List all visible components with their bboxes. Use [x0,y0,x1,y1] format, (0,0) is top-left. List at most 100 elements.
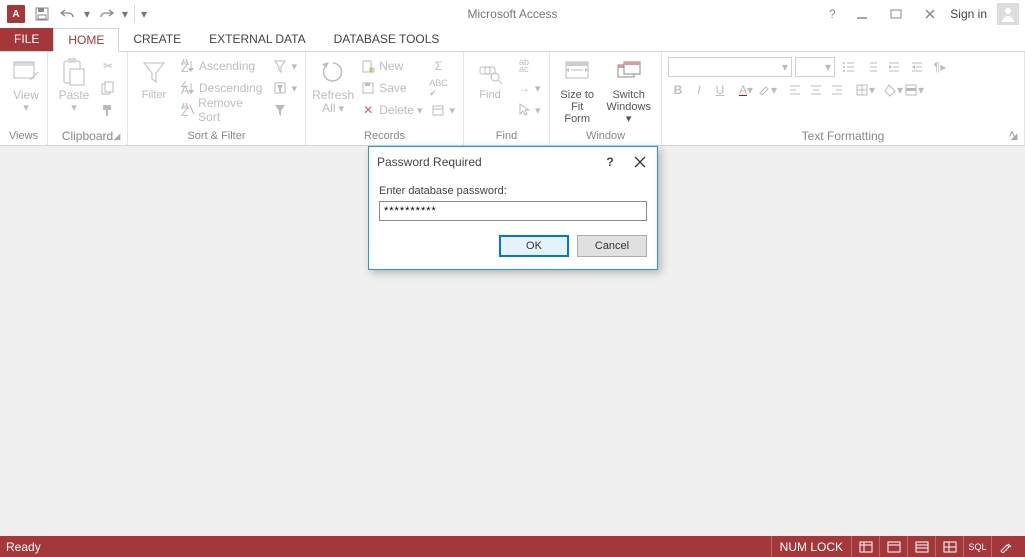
align-right-button[interactable] [827,80,847,100]
dialog-title: Password Required [377,155,482,169]
refresh-icon [317,56,349,88]
align-right-icon [830,83,844,97]
delete-record-button[interactable]: ✕Delete ▾ [358,100,424,120]
decrease-indent-button[interactable] [907,57,927,77]
save-icon[interactable] [30,2,54,26]
underline-button[interactable]: U [710,80,730,100]
save-record-button[interactable]: Save [358,78,424,98]
dialog-titlebar[interactable]: Password Required ? [369,147,657,177]
group-label-records: Records [312,128,457,144]
qat-customize-icon[interactable]: ▾ [139,2,149,26]
signin-link[interactable]: Sign in [950,7,987,21]
group-label-text-formatting: Text Formatting [802,129,885,143]
view-layout-button[interactable] [935,536,963,557]
view-sql-button[interactable]: SQL [963,536,991,557]
view-datasheet-button[interactable] [851,536,879,557]
redo-icon[interactable] [94,2,118,26]
group-label-sort-filter: Sort & Filter [134,128,299,144]
undo-icon[interactable] [56,2,80,26]
format-painter-button[interactable] [98,100,118,120]
gridlines-icon [855,83,869,97]
fill-color-button[interactable]: ▾ [883,80,903,100]
filter-icon [138,56,170,88]
dialog-close-icon[interactable] [627,151,653,173]
ok-button[interactable]: OK [499,235,569,257]
gridlines-button[interactable]: ▾ [855,80,875,100]
font-size-combo[interactable]: ▾ [795,57,835,77]
descending-button[interactable]: ZADescending [178,78,266,98]
select-icon [516,102,532,118]
refresh-all-button[interactable]: RefreshAll ▾ [312,54,354,117]
titlebar: A ▾ ▾ ▾ Microsoft Access ? Sign in [0,0,1025,28]
group-views: View▾ Views [0,52,48,145]
cancel-button[interactable]: Cancel [577,235,647,257]
descending-label: Descending [199,81,262,95]
highlight-button[interactable]: ▾ [757,80,777,100]
more-records-button[interactable]: ▾ [428,100,457,120]
view-button[interactable]: View▾ [6,54,46,116]
find-label: Find [479,89,500,101]
dialog-help-icon[interactable]: ? [597,151,623,173]
tab-home[interactable]: HOME [53,28,119,52]
align-center-button[interactable] [806,80,826,100]
clipboard-launcher-icon[interactable]: ◢ [111,131,123,143]
spelling-button[interactable]: ABC✔ [428,78,457,98]
collapse-ribbon-icon[interactable]: ˄ [1003,127,1021,143]
view-design-button[interactable] [991,536,1019,557]
cut-button[interactable]: ✂ [98,56,118,76]
avatar[interactable] [997,3,1019,25]
undo-dropdown-icon[interactable]: ▾ [82,2,92,26]
redo-dropdown-icon[interactable]: ▾ [120,2,130,26]
minimize-icon[interactable] [848,3,876,25]
tab-external-data[interactable]: EXTERNAL DATA [195,27,319,51]
new-record-button[interactable]: New [358,56,424,76]
alt-row-icon [904,83,918,97]
increase-indent-button[interactable] [884,57,904,77]
app-logo[interactable]: A [4,2,28,26]
numbering-button[interactable] [861,57,881,77]
group-text-formatting: ▾ ▾ ¶▸ B I U A▾ ▾ ▾ [662,52,1025,145]
ascending-button[interactable]: AZAscending [178,56,266,76]
advanced-filter-button[interactable]: ▾ [270,78,299,98]
copy-button[interactable] [98,78,118,98]
font-name-combo[interactable]: ▾ [668,57,792,77]
maximize-icon[interactable] [882,3,910,25]
view-report-button[interactable] [907,536,935,557]
toggle-filter-button[interactable] [270,100,299,120]
format-painter-icon [100,102,116,118]
select-button[interactable]: ▾ [514,100,543,120]
new-label: New [379,59,403,73]
filter-button[interactable]: Filter [134,54,174,103]
paste-button[interactable]: Paste▾ [54,54,94,116]
goto-icon: → [516,80,532,96]
more-icon [430,102,446,118]
ltr-icon: ¶▸ [934,60,946,74]
italic-button[interactable]: I [689,80,709,100]
switch-windows-button[interactable]: SwitchWindows ▾ [602,54,655,127]
help-icon[interactable]: ? [822,7,842,21]
svg-text:A: A [181,83,189,95]
alt-row-button[interactable]: ▾ [904,80,924,100]
password-input[interactable] [379,201,647,221]
find-button[interactable]: Find [470,54,510,103]
bullets-button[interactable] [838,57,858,77]
totals-button[interactable]: Σ [428,56,457,76]
goto-button[interactable]: →▾ [514,78,543,98]
tab-file[interactable]: FILE [0,27,53,51]
view-form-button[interactable] [879,536,907,557]
remove-sort-button[interactable]: AZRemove Sort [178,100,266,120]
decrease-indent-icon [910,60,924,74]
numbering-icon [864,60,878,74]
font-color-button[interactable]: A▾ [736,80,756,100]
bold-button[interactable]: B [668,80,688,100]
app-title: Microsoft Access [467,7,557,21]
tab-database-tools[interactable]: DATABASE TOOLS [320,27,454,51]
size-to-fit-button[interactable]: Size toFit Form [556,54,598,127]
tab-create[interactable]: CREATE [119,27,195,51]
close-icon[interactable] [916,3,944,25]
save-record-icon [360,80,376,96]
selection-filter-button[interactable]: ▾ [270,56,299,76]
replace-button[interactable]: abac [514,56,543,76]
align-left-button[interactable] [785,80,805,100]
ltr-button[interactable]: ¶▸ [930,57,950,77]
